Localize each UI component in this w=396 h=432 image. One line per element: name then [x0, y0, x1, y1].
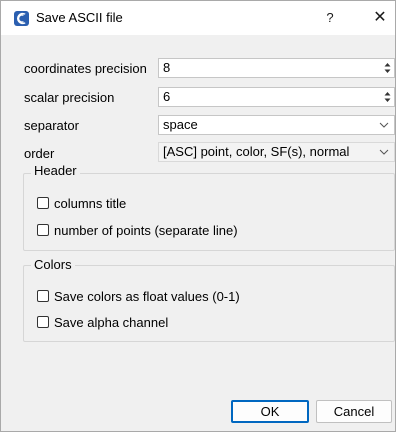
order-combobox[interactable]: [ASC] point, color, SF(s), normal	[158, 142, 395, 162]
ok-button[interactable]: OK	[231, 400, 309, 423]
spin-arrows-icon[interactable]	[383, 61, 392, 75]
separator-value: space	[163, 117, 198, 132]
separator-combobox[interactable]: space	[158, 115, 395, 135]
order-value: [ASC] point, color, SF(s), normal	[163, 144, 350, 159]
save-colors-float-checkbox[interactable]	[37, 290, 49, 302]
header-group-title: Header	[31, 163, 80, 178]
save-colors-float-checkbox-row[interactable]: Save colors as float values (0-1)	[37, 287, 240, 305]
columns-title-checkbox[interactable]	[37, 197, 49, 209]
save-ascii-dialog: Save ASCII file ? ✕ coordinates precisio…	[0, 0, 396, 432]
chevron-down-icon	[379, 122, 389, 128]
save-alpha-checkbox-row[interactable]: Save alpha channel	[37, 313, 168, 331]
spin-arrows-icon[interactable]	[383, 90, 392, 104]
number-of-points-label[interactable]: number of points (separate line)	[54, 223, 238, 238]
save-alpha-label[interactable]: Save alpha channel	[54, 315, 168, 330]
scalar-precision-value: 6	[163, 89, 171, 104]
number-of-points-checkbox[interactable]	[37, 224, 49, 236]
title-bar[interactable]: Save ASCII file ? ✕	[1, 1, 395, 35]
coordinates-precision-spinbox[interactable]: 8	[158, 58, 395, 78]
columns-title-checkbox-row[interactable]: columns title	[37, 194, 126, 212]
header-groupbox	[23, 173, 395, 251]
cancel-button[interactable]: Cancel	[316, 400, 392, 423]
save-colors-float-label[interactable]: Save colors as float values (0-1)	[54, 289, 240, 304]
coordinates-precision-label: coordinates precision	[24, 61, 147, 76]
cloudcompare-logo-icon	[14, 11, 29, 26]
separator-label: separator	[24, 118, 79, 133]
save-alpha-checkbox[interactable]	[37, 316, 49, 328]
help-button[interactable]: ?	[319, 7, 341, 29]
close-button[interactable]: ✕	[369, 7, 391, 29]
coordinates-precision-value: 8	[163, 60, 171, 75]
window-title: Save ASCII file	[36, 10, 123, 25]
columns-title-label[interactable]: columns title	[54, 196, 126, 211]
colors-group-title: Colors	[31, 257, 75, 272]
chevron-down-icon	[379, 149, 389, 155]
order-label: order	[24, 146, 55, 161]
number-of-points-checkbox-row[interactable]: number of points (separate line)	[37, 221, 238, 239]
scalar-precision-label: scalar precision	[24, 90, 115, 105]
scalar-precision-spinbox[interactable]: 6	[158, 87, 395, 107]
